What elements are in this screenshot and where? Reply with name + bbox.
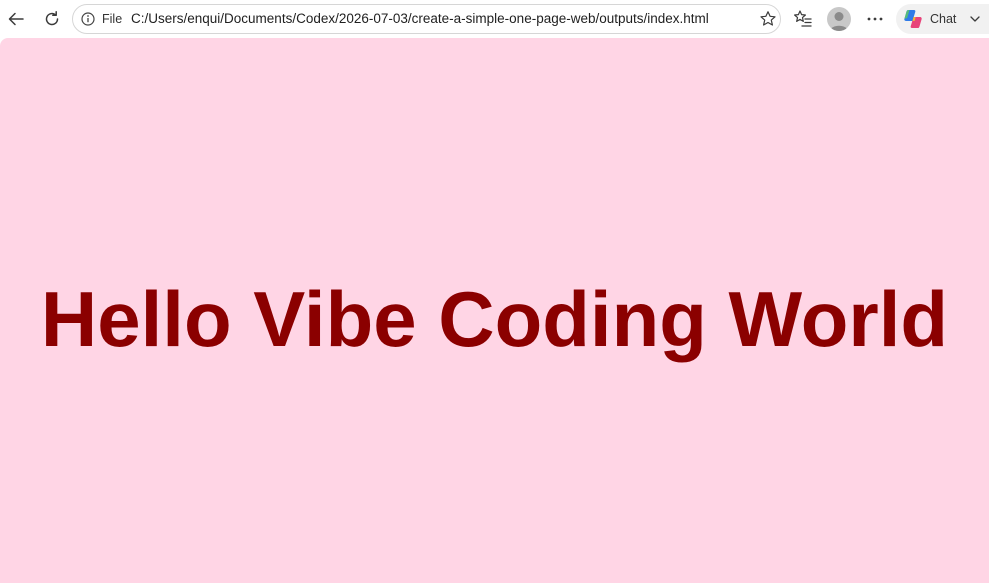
browser-toolbar: File C:/Users/enqui/Documents/Codex/2026… — [0, 0, 989, 38]
copilot-icon — [904, 10, 922, 28]
chevron-down-icon[interactable] — [969, 13, 981, 25]
back-button[interactable] — [2, 5, 30, 33]
profile-avatar[interactable] — [827, 7, 851, 31]
star-icon — [760, 11, 776, 26]
more-options-icon — [867, 17, 883, 21]
page-viewport: Hello Vibe Coding World — [0, 38, 989, 583]
info-icon[interactable] — [81, 12, 95, 26]
more-options-button[interactable] — [862, 7, 888, 31]
copilot-chat-button[interactable]: Chat — [896, 4, 989, 34]
profile-icon — [830, 12, 848, 31]
back-arrow-icon — [8, 12, 24, 26]
reload-icon — [45, 11, 59, 26]
favorites-icon — [794, 10, 812, 27]
address-bar[interactable]: File C:/Users/enqui/Documents/Codex/2026… — [72, 4, 781, 34]
add-favorite-button[interactable] — [757, 8, 779, 30]
chat-label: Chat — [930, 12, 957, 26]
favorites-button[interactable] — [791, 7, 815, 31]
scheme-label: File — [102, 12, 123, 26]
page-headline: Hello Vibe Coding World — [40, 275, 949, 363]
reload-button[interactable] — [38, 5, 66, 33]
url-text[interactable]: C:/Users/enqui/Documents/Codex/2026-07-0… — [131, 12, 709, 26]
